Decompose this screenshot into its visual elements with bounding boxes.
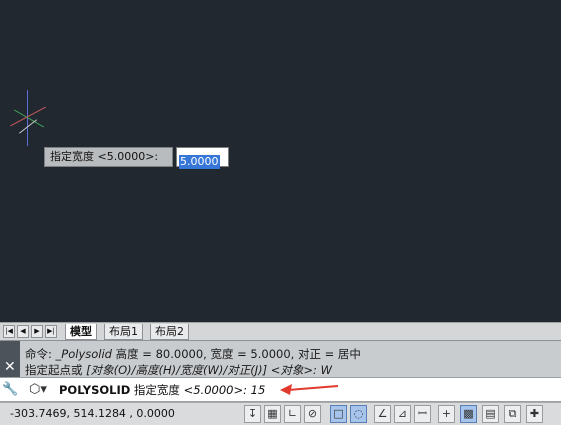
- customize-wrench-icon[interactable]: 🔧: [2, 380, 18, 400]
- dynamic-input-icon[interactable]: ꟷ: [414, 405, 431, 423]
- ortho-icon[interactable]: ∟: [284, 405, 301, 423]
- command-history: ✕ 命令: _Polysolid 高度 = 80.0000, 宽度 = 5.00…: [0, 340, 561, 425]
- grid-icon[interactable]: ▦: [264, 405, 281, 423]
- history-line-1: 命令: _Polysolid 高度 = 80.0000, 宽度 = 5.0000…: [25, 347, 361, 361]
- tab-layout2[interactable]: 布局2: [150, 324, 189, 340]
- first-tab-button[interactable]: |◀: [3, 325, 15, 338]
- dynamic-input-value: 5.0000: [179, 155, 220, 169]
- layout-tab-bar: |◀ ◀ ▶ ▶| 模型 布局1 布局2: [0, 322, 561, 340]
- status-bar: -303.7469, 514.1284 , 0.0000 ↧ ▦ ∟ ⊘ □ ◌…: [0, 402, 561, 425]
- tab-model[interactable]: 模型: [65, 324, 97, 340]
- tab-layout1[interactable]: 布局1: [104, 324, 143, 340]
- drawing-canvas[interactable]: 指定宽度 <5.0000>: 5.0000: [0, 0, 561, 322]
- command-input-text[interactable]: POLYSOLID 指定宽度 <5.0000>: 15: [59, 382, 265, 398]
- prev-tab-button[interactable]: ◀: [17, 325, 29, 338]
- history-line-2: 指定起点或 [对象(O)/高度(H)/宽度(W)/对正(J)] <对象>: W: [25, 363, 332, 377]
- lineweight-icon[interactable]: +: [438, 405, 455, 423]
- transparency-icon[interactable]: ▩: [460, 405, 477, 423]
- command-icon[interactable]: ⬡▾: [29, 381, 47, 399]
- 3d-snap-icon[interactable]: ◌: [350, 405, 367, 423]
- last-tab-button[interactable]: ▶|: [45, 325, 57, 338]
- next-tab-button[interactable]: ▶: [31, 325, 43, 338]
- typed-value: 15: [250, 383, 266, 397]
- annotation-monitor-icon[interactable]: ✚: [526, 405, 543, 423]
- object-snap-icon[interactable]: □: [330, 405, 347, 423]
- polar-icon[interactable]: ⊘: [304, 405, 321, 423]
- close-icon[interactable]: ✕: [4, 359, 16, 375]
- dynamic-input-field[interactable]: 5.0000: [176, 147, 229, 169]
- ucs-icon[interactable]: ⊿: [394, 405, 411, 423]
- arrow-annotation-icon: [280, 384, 339, 395]
- selection-cycling-icon[interactable]: ⧉: [504, 405, 521, 423]
- crosshair-pointer: [19, 119, 37, 134]
- coordinate-readout: -303.7469, 514.1284 , 0.0000: [10, 407, 175, 420]
- quick-properties-icon[interactable]: ▤: [482, 405, 499, 423]
- object-track-icon[interactable]: ∠: [374, 405, 391, 423]
- dynamic-input-tooltip: 指定宽度 <5.0000>:: [44, 147, 173, 167]
- command-line[interactable]: 🔧 ⬡▾ POLYSOLID 指定宽度 <5.0000>: 15: [0, 377, 561, 402]
- infer-constraints-icon[interactable]: ↧: [244, 405, 261, 423]
